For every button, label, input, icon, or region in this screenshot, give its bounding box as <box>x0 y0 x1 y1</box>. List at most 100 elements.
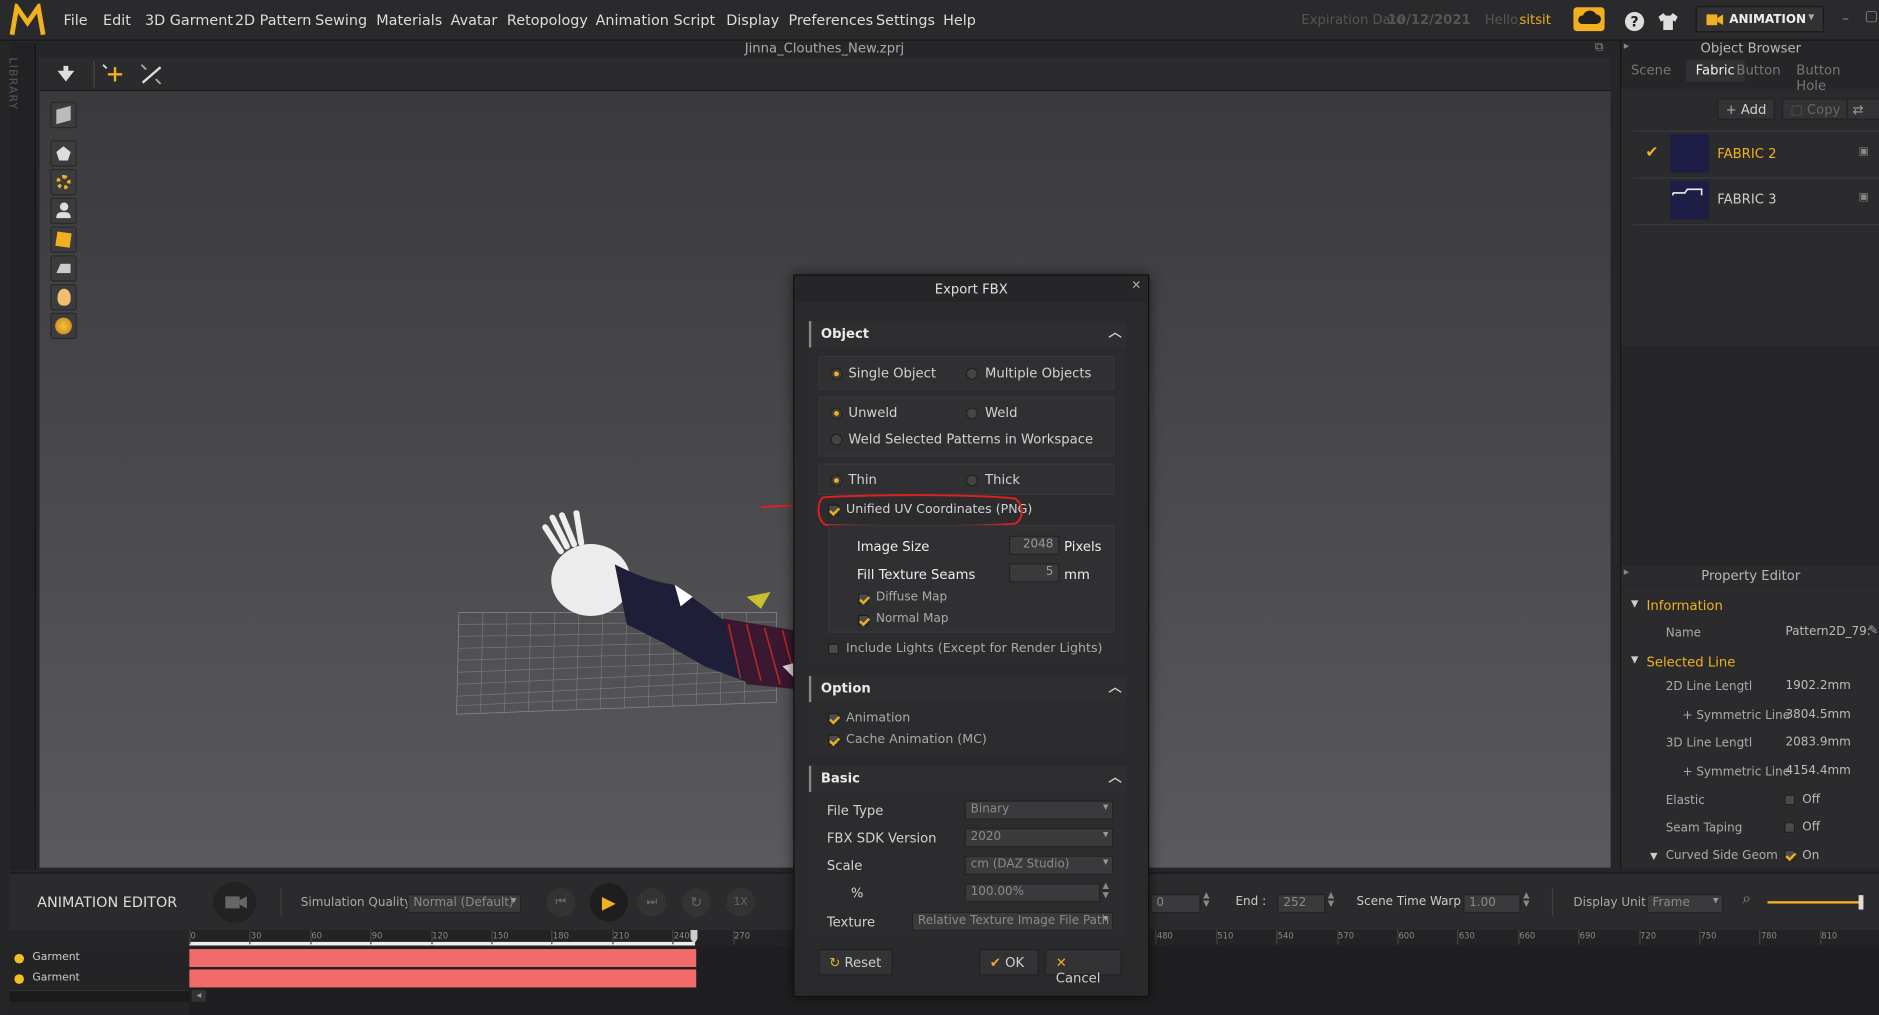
stepper-icon[interactable]: ▲ ▼ <box>1523 891 1529 909</box>
thick-label[interactable]: Thick <box>985 472 1020 488</box>
unweld-label[interactable]: Unweld <box>848 405 897 421</box>
garment-tool-icon[interactable] <box>50 101 77 129</box>
menu-2d-pattern[interactable]: 2D Pattern <box>235 12 312 29</box>
track-scrollbar[interactable] <box>9 989 190 1002</box>
animation-label[interactable]: Animation <box>846 711 910 725</box>
play-icon[interactable]: ▶ <box>589 883 628 922</box>
elastic-checkbox[interactable] <box>1784 794 1796 806</box>
mode-selector[interactable]: ANIMATION ▾ <box>1695 5 1824 33</box>
single-object-radio[interactable] <box>830 367 843 380</box>
record-button[interactable] <box>213 881 257 923</box>
weld-selected-radio[interactable] <box>830 433 843 446</box>
ok-button[interactable]: ✔ OK <box>979 949 1039 976</box>
diffuse-map-checkbox[interactable] <box>858 593 869 604</box>
option-section-header[interactable]: Option ︿ <box>808 675 1127 703</box>
diffuse-map-label[interactable]: Diffuse Map <box>876 591 947 604</box>
weld-radio[interactable] <box>965 407 978 420</box>
cloud-sync-button[interactable] <box>1573 7 1605 32</box>
end-frame-input[interactable]: 252 <box>1277 893 1326 914</box>
seam-taping-checkbox[interactable] <box>1784 822 1796 833</box>
cache-animation-checkbox[interactable] <box>828 734 839 746</box>
object-section-header[interactable]: Object ︿ <box>808 321 1127 348</box>
select-mesh-icon[interactable] <box>139 62 165 86</box>
collapse-icon[interactable]: ▸ <box>1624 567 1629 579</box>
menu-display[interactable]: Display <box>726 12 779 29</box>
tab-button[interactable]: Button <box>1727 60 1790 82</box>
menu-sewing[interactable]: Sewing <box>315 12 367 29</box>
scale-dropdown[interactable]: cm (DAZ Studio) <box>964 855 1114 875</box>
garment-track-bar[interactable] <box>189 969 697 988</box>
collapse-icon[interactable]: ▸ <box>1624 41 1629 53</box>
thin-radio[interactable] <box>830 474 843 487</box>
expand-icon[interactable]: ▼ <box>1650 851 1657 862</box>
stepper-icon[interactable]: ▲ ▼ <box>1328 891 1334 909</box>
transform-icon[interactable] <box>101 62 127 86</box>
stepper-icon[interactable]: ▲ ▼ <box>1102 881 1108 900</box>
expand-icon[interactable]: ▼ <box>1631 598 1638 609</box>
track-label[interactable]: Garment <box>32 972 79 984</box>
menu-settings[interactable]: Settings <box>876 12 935 29</box>
normal-map-checkbox[interactable] <box>858 614 869 626</box>
image-size-input[interactable]: 2048 <box>1009 535 1060 555</box>
cancel-button[interactable]: ✕ Cancel <box>1044 949 1122 986</box>
maximize-icon[interactable]: ▢ <box>1865 7 1879 24</box>
start-frame-input[interactable]: 0 <box>1150 893 1201 914</box>
include-lights-checkbox[interactable] <box>828 643 839 655</box>
track-dot-icon[interactable] <box>14 974 24 984</box>
assign-fabric-button[interactable]: ⇄ As <box>1846 98 1879 120</box>
texture-dropdown[interactable]: Relative Texture Image File Path <box>911 911 1114 932</box>
menu-3d-garment[interactable]: 3D Garment <box>145 12 233 29</box>
minimize-icon[interactable]: – <box>1842 10 1849 27</box>
zoom-slider[interactable] <box>1767 901 1864 904</box>
menu-retopology[interactable]: Retopology <box>507 12 588 29</box>
chevron-up-icon[interactable]: ︿ <box>1108 767 1121 786</box>
add-fabric-button[interactable]: + Add <box>1717 98 1775 120</box>
tab-scene[interactable]: Scene <box>1621 60 1680 82</box>
save-icon[interactable]: ▣ <box>1859 192 1869 204</box>
weld-label[interactable]: Weld <box>985 405 1017 421</box>
track-label[interactable]: Garment <box>32 951 79 963</box>
unweld-radio[interactable] <box>830 407 843 420</box>
cache-animation-label[interactable]: Cache Animation (MC) <box>846 732 987 746</box>
curved-checkbox[interactable] <box>1784 849 1796 861</box>
menu-preferences[interactable]: Preferences <box>789 12 874 29</box>
reset-button[interactable]: ↻ Reset <box>818 949 893 976</box>
percent-input[interactable]: 100.00% <box>964 883 1101 903</box>
chevron-up-icon[interactable]: ︿ <box>1108 677 1121 696</box>
fabric-item-fabric-2[interactable]: ✔ FABRIC 2 ▣ <box>1633 132 1879 178</box>
zoom-slider-handle[interactable] <box>1858 895 1864 910</box>
information-header[interactable]: Information <box>1647 598 1723 614</box>
thick-radio[interactable] <box>965 474 978 487</box>
close-icon[interactable]: ✕ <box>1131 279 1141 292</box>
pin-tool-icon[interactable] <box>50 168 77 196</box>
menu-help[interactable]: Help <box>943 12 976 29</box>
fill-seams-input[interactable]: 5 <box>1009 563 1060 583</box>
dialog-titlebar[interactable]: Export FBX ✕ <box>794 275 1149 302</box>
skip-forward-icon[interactable]: ⏭ <box>637 887 667 917</box>
menu-animation[interactable]: Animation <box>596 12 669 29</box>
fold-tool-icon[interactable] <box>50 140 77 167</box>
multiple-objects-radio[interactable] <box>965 367 978 380</box>
scroll-left-icon[interactable]: ◂ <box>191 989 207 1002</box>
texture-tool-icon[interactable] <box>50 312 77 340</box>
sdk-version-dropdown[interactable]: 2020 <box>964 828 1114 848</box>
library-strip[interactable] <box>9 43 36 871</box>
selected-line-header[interactable]: Selected Line <box>1647 654 1736 670</box>
copy-fabric-button[interactable]: ▢ Copy <box>1781 98 1849 120</box>
simulation-icon[interactable] <box>55 65 77 84</box>
skip-back-icon[interactable]: ⏮ <box>546 887 576 917</box>
thin-label[interactable]: Thin <box>848 472 876 488</box>
user-name[interactable]: sitsit <box>1519 12 1550 28</box>
name-value[interactable]: Pattern2D_79: <box>1786 626 1870 639</box>
avatar-tool-icon[interactable] <box>50 197 77 225</box>
loop-icon[interactable]: ↻ <box>681 887 711 917</box>
tshirt-icon[interactable] <box>1656 11 1680 33</box>
garment-track-bar[interactable] <box>189 949 697 968</box>
zoom-icon[interactable]: ⌕ <box>1742 890 1751 908</box>
fabric-item-fabric-3[interactable]: FABRIC 3 ▣ <box>1633 179 1879 225</box>
normal-map-label[interactable]: Normal Map <box>876 612 948 625</box>
sim-quality-dropdown[interactable]: Normal (Default) <box>407 893 522 914</box>
menu-file[interactable]: File <box>64 12 88 29</box>
menu-edit[interactable]: Edit <box>103 12 131 29</box>
weld-selected-label[interactable]: Weld Selected Patterns in Workspace <box>848 431 1093 447</box>
